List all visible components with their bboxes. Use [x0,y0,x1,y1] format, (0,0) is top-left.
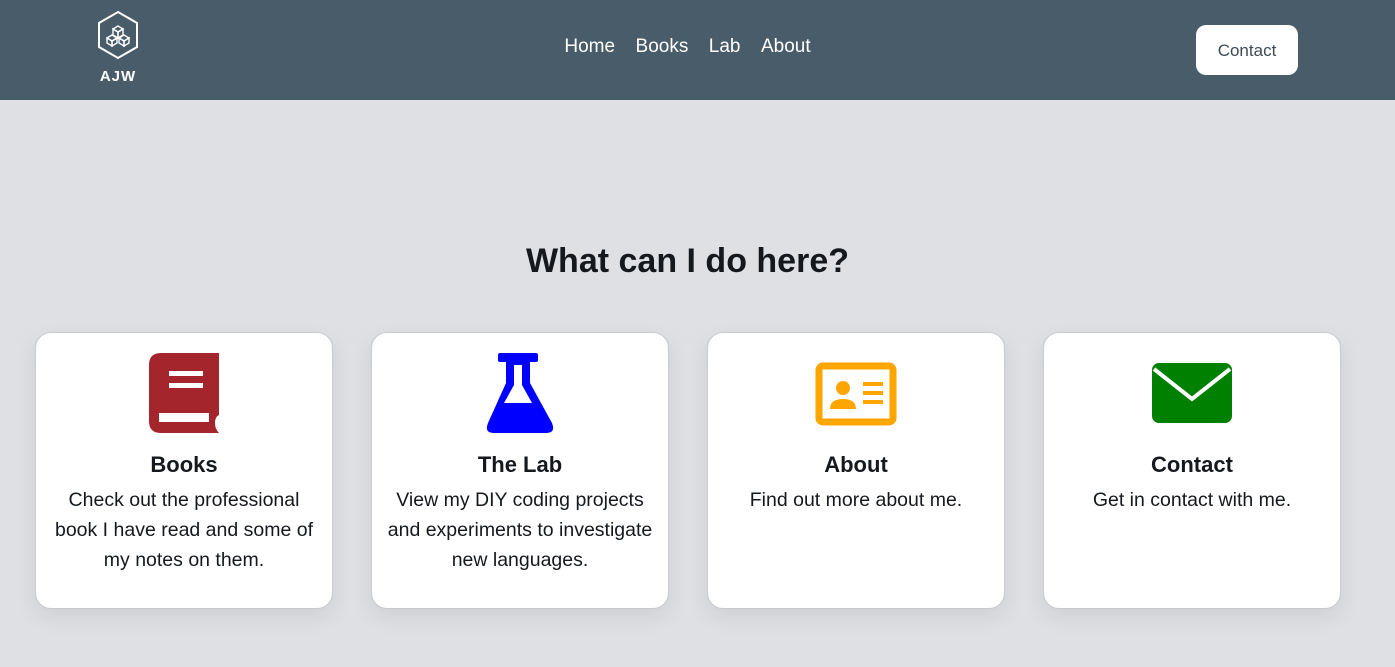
envelope-icon [1152,363,1232,423]
card-title: Books [150,452,218,477]
nav-link-books[interactable]: Books [636,36,689,57]
card-description: Check out the professional book I have r… [54,489,313,571]
main-nav: Home Books Lab About [0,36,1375,58]
section-title: What can I do here? [525,242,850,280]
nav-link-about[interactable]: About [761,36,811,57]
id-card-icon [815,362,897,426]
card-title: Contact [1151,452,1233,477]
logo-text: AJW [99,68,137,85]
top-navbar: AJW Home Books Lab About Contact [0,0,1395,100]
card-description: View my DIY coding projects and experime… [387,489,653,571]
nav-link-lab[interactable]: Lab [709,36,741,57]
card-books[interactable]: Books Check out the professional book I … [35,332,333,609]
card-title: The Lab [477,452,563,477]
book-icon [149,353,219,433]
nav-link-home[interactable]: Home [564,36,615,57]
card-description: Find out more about me. [749,489,963,511]
card-description: Get in contact with me. [1092,489,1292,511]
card-about[interactable]: About Find out more about me. [707,332,1005,609]
flask-icon [486,353,554,433]
card-lab[interactable]: The Lab View my DIY coding projects and … [371,332,669,609]
card-contact[interactable]: Contact Get in contact with me. [1043,332,1341,609]
contact-button[interactable]: Contact [1196,25,1298,75]
card-title: About [824,452,888,477]
